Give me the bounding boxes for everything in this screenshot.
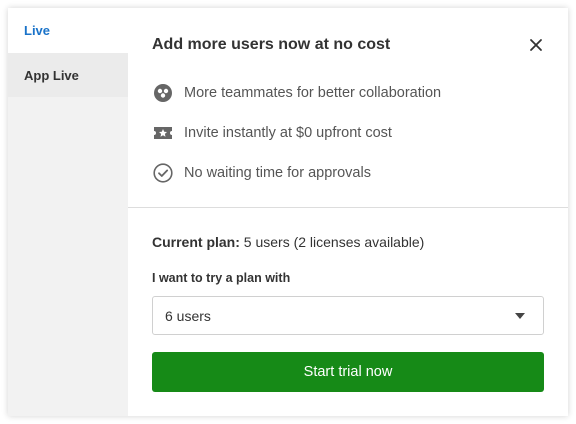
feature-text: No waiting time for approvals bbox=[184, 165, 371, 181]
feature-text: Invite instantly at $0 upfront cost bbox=[184, 125, 392, 141]
start-trial-button[interactable]: Start trial now bbox=[152, 352, 544, 392]
start-trial-label: Start trial now bbox=[303, 364, 393, 380]
plan-select-label: I want to try a plan with bbox=[152, 271, 291, 285]
sidebar-item-label: Live bbox=[24, 23, 51, 38]
feature-item: More teammates for better collaboration bbox=[152, 82, 441, 104]
sidebar-item-app-live[interactable]: App Live bbox=[8, 53, 128, 97]
upgrade-panel: Live App Live Add more users now at no c… bbox=[8, 8, 568, 416]
dialog-header-section: Add more users now at no cost More teamm… bbox=[128, 8, 568, 208]
sidebar: Live App Live bbox=[8, 8, 128, 416]
ticket-star-icon bbox=[152, 122, 174, 144]
dialog-title: Add more users now at no cost bbox=[152, 36, 391, 53]
current-plan-label: Current plan: bbox=[152, 234, 240, 250]
close-icon[interactable] bbox=[528, 37, 544, 53]
check-circle-icon bbox=[152, 162, 174, 184]
current-plan-value: 5 users (2 licenses available) bbox=[243, 234, 425, 250]
feature-item: Invite instantly at $0 upfront cost bbox=[152, 122, 392, 144]
feature-text: More teammates for better collaboration bbox=[184, 85, 442, 101]
feature-item: No waiting time for approvals bbox=[152, 162, 371, 184]
sidebar-item-live[interactable]: Live bbox=[8, 8, 128, 53]
chevron-down-icon bbox=[515, 313, 525, 319]
sidebar-item-label: App Live bbox=[24, 67, 79, 83]
dialog-content: Add more users now at no cost More teamm… bbox=[128, 8, 568, 416]
plan-select[interactable]: 6 users bbox=[152, 296, 544, 335]
team-icon bbox=[152, 82, 174, 104]
plan-select-value: 6 users bbox=[165, 307, 211, 324]
current-plan: Current plan: 5 users (2 licenses availa… bbox=[152, 234, 424, 250]
